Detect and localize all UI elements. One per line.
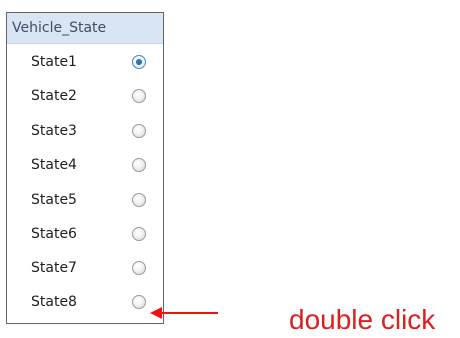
arrow-shaft	[161, 312, 218, 314]
radio-checked-icon[interactable]	[132, 55, 146, 69]
radio-option-state5[interactable]: State5	[7, 185, 163, 215]
vehicle-state-panel: Vehicle_State State1 State2 State3 State…	[6, 12, 164, 324]
radio-unchecked-icon[interactable]	[132, 261, 146, 275]
radio-unchecked-icon[interactable]	[132, 227, 146, 241]
radio-selected-dot	[136, 59, 142, 65]
radio-unchecked-icon[interactable]	[132, 193, 146, 207]
radio-label-state6: State6	[31, 226, 77, 242]
radio-option-state4[interactable]: State4	[7, 150, 163, 180]
radio-label-state4: State4	[31, 157, 77, 173]
radio-option-state3[interactable]: State3	[7, 116, 163, 146]
radio-label-state2: State2	[31, 88, 77, 104]
radio-label-state1: State1	[31, 54, 77, 70]
radio-option-state8[interactable]: State8	[7, 287, 163, 317]
radio-label-state3: State3	[31, 123, 77, 139]
radio-unchecked-icon[interactable]	[132, 158, 146, 172]
radio-option-state7[interactable]: State7	[7, 253, 163, 283]
radio-option-state1[interactable]: State1	[7, 47, 163, 77]
radio-unchecked-icon[interactable]	[132, 295, 146, 309]
radio-unchecked-icon[interactable]	[132, 89, 146, 103]
panel-header: Vehicle_State	[7, 13, 163, 44]
radio-label-state7: State7	[31, 260, 77, 276]
radio-label-state5: State5	[31, 192, 77, 208]
double-click-annotation: double click	[289, 304, 436, 335]
radio-unchecked-icon[interactable]	[132, 124, 146, 138]
left-arrow-icon	[150, 307, 220, 319]
panel-title: Vehicle_State	[12, 20, 107, 36]
radio-option-state6[interactable]: State6	[7, 219, 163, 249]
radio-option-state2[interactable]: State2	[7, 81, 163, 111]
radio-label-state8: State8	[31, 294, 77, 310]
